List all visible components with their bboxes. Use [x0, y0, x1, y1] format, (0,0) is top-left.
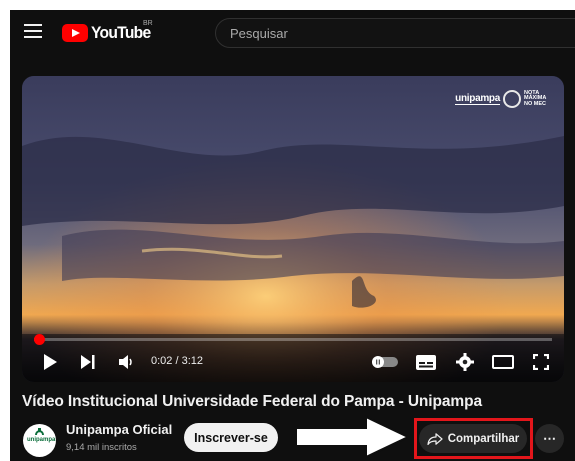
country-code: BR	[143, 20, 153, 27]
youtube-logo[interactable]: YouTube BR	[62, 20, 156, 44]
next-icon[interactable]	[78, 352, 98, 372]
more-actions-icon[interactable]: ⋯	[535, 424, 564, 453]
autoplay-toggle-icon[interactable]	[372, 352, 398, 372]
play-icon[interactable]	[40, 352, 60, 372]
masthead: YouTube BR	[10, 10, 575, 56]
youtube-play-icon	[62, 24, 88, 42]
subscribe-button[interactable]: Inscrever-se	[184, 423, 278, 452]
youtube-page: YouTube BR Pesquisar unipampa NOTA MÁXIM…	[10, 10, 575, 461]
subtitles-icon[interactable]	[415, 352, 437, 372]
settings-gear-icon[interactable]	[454, 352, 476, 372]
share-label: Compartilhar	[447, 432, 520, 445]
watermark-text: NOTA MÁXIMA NO MEC	[524, 89, 547, 107]
logo-text: YouTube	[91, 23, 151, 42]
progress-bar[interactable]	[34, 334, 552, 345]
video-player[interactable]: unipampa NOTA MÁXIMA NO MEC 0:02 / 3:12	[22, 76, 564, 382]
subscriber-count: 9,14 mil inscritos	[66, 442, 137, 453]
search-box	[215, 18, 575, 48]
avatar-logo-text: unipampa	[27, 437, 56, 443]
time-display: 0:02 / 3:12	[151, 355, 204, 367]
controls-gradient	[22, 322, 564, 382]
current-time: 0:02	[151, 355, 173, 367]
share-arrow-icon	[427, 432, 443, 445]
hamburger-menu-icon[interactable]	[24, 24, 42, 40]
channel-watermark: unipampa NOTA MÁXIMA NO MEC	[455, 90, 550, 108]
theater-mode-icon[interactable]	[491, 352, 515, 372]
duration: 3:12	[181, 355, 204, 367]
video-title: Vídeo Institucional Universidade Federal…	[22, 393, 482, 410]
seal-icon	[503, 90, 521, 108]
arrow-annotation-icon	[295, 415, 411, 459]
watermark-logo: unipampa	[455, 93, 500, 105]
volume-icon[interactable]	[116, 352, 136, 372]
share-button[interactable]: Compartilhar	[419, 424, 527, 453]
channel-avatar[interactable]: unipampa	[23, 424, 56, 457]
fullscreen-icon[interactable]	[530, 352, 552, 372]
search-input[interactable]	[216, 19, 575, 47]
channel-name[interactable]: Unipampa Oficial	[66, 422, 172, 437]
